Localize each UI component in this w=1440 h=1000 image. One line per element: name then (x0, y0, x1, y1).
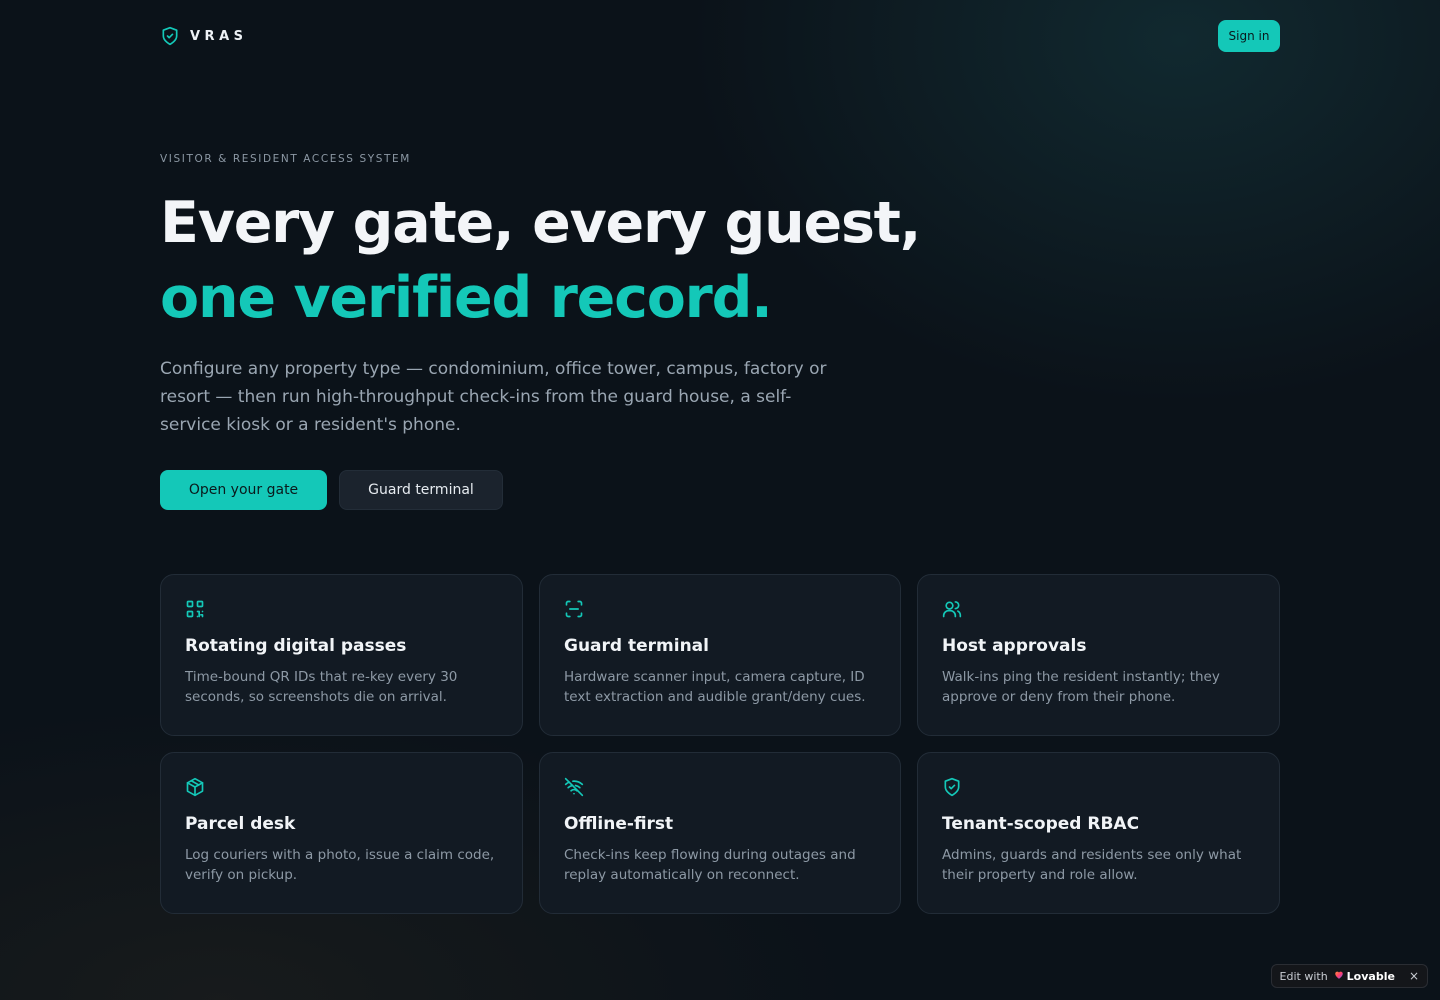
top-nav: VRAS Sign in (160, 20, 1280, 52)
shield-check-icon (160, 26, 180, 46)
feature-card: Offline-first Check-ins keep flowing dur… (539, 752, 901, 914)
feature-card: Host approvals Walk-ins ping the residen… (917, 574, 1280, 736)
wifi-off-icon (564, 777, 584, 797)
heart-icon (1334, 970, 1344, 983)
feature-title: Rotating digital passes (185, 636, 407, 656)
feature-title: Host approvals (942, 636, 1087, 656)
brand-name: VRAS (190, 28, 248, 44)
lovable-logo: Lovable (1334, 970, 1395, 983)
hero-description: Configure any property type — condominiu… (160, 359, 827, 435)
lovable-wordmark: Lovable (1346, 969, 1395, 983)
feature-card: Guard terminal Hardware scanner input, c… (539, 574, 901, 736)
close-icon[interactable]: × (1409, 969, 1419, 983)
sign-in-button[interactable]: Sign in (1218, 20, 1280, 52)
feature-description: Time-bound QR IDs that re-key every 30 s… (185, 669, 458, 705)
feature-title: Tenant-scoped RBAC (942, 814, 1140, 834)
headline-line-2: one verified record. (160, 265, 773, 331)
qr-code-icon (185, 599, 205, 619)
feature-description: Check-ins keep flowing during outages an… (564, 847, 856, 883)
headline-line-1: Every gate, every guest, (160, 190, 921, 256)
feature-description: Walk-ins ping the resident instantly; th… (942, 669, 1220, 705)
feature-title: Guard terminal (564, 636, 709, 656)
feature-description: Log couriers with a photo, issue a claim… (185, 847, 495, 883)
feature-card: Rotating digital passes Time-bound QR ID… (160, 574, 523, 736)
edit-with-lovable-badge[interactable]: Edit with Lovable × (1270, 964, 1428, 988)
feature-card: Tenant-scoped RBAC Admins, guards and re… (917, 752, 1280, 914)
feature-grid: Rotating digital passes Time-bound QR ID… (160, 574, 1280, 914)
feature-title: Offline-first (564, 814, 674, 834)
feature-title: Parcel desk (185, 814, 296, 834)
feature-description: Admins, guards and residents see only wh… (942, 847, 1242, 883)
feature-description: Hardware scanner input, camera capture, … (564, 669, 866, 705)
hero-eyebrow: VISITOR & RESIDENT ACCESS SYSTEM (160, 153, 411, 165)
scan-icon (564, 599, 584, 619)
shield-check-icon (942, 777, 962, 797)
badge-prefix: Edit with (1279, 969, 1328, 983)
open-your-gate-button[interactable]: Open your gate (160, 470, 327, 510)
guard-terminal-button[interactable]: Guard terminal (339, 470, 503, 510)
package-icon (185, 777, 205, 797)
brand[interactable]: VRAS (160, 26, 248, 46)
users-icon (942, 599, 962, 619)
hero-cta-row: Open your gate Guard terminal (160, 470, 503, 510)
hero-headline: Every gate, every guest, one verified re… (160, 186, 921, 336)
feature-card: Parcel desk Log couriers with a photo, i… (160, 752, 523, 914)
